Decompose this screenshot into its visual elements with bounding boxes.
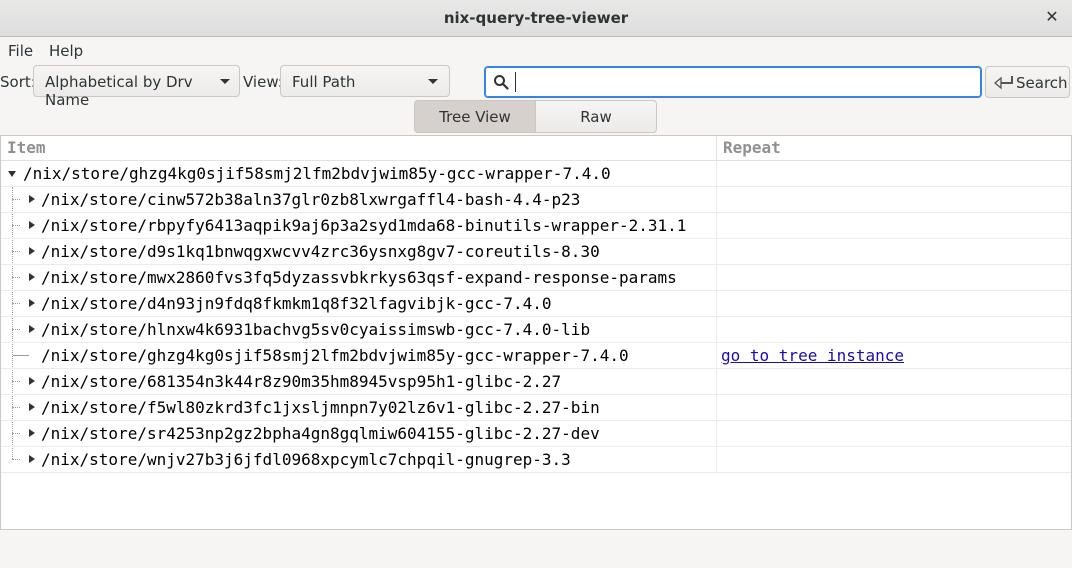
column-header-repeat[interactable]: Repeat — [716, 136, 1071, 161]
search-field[interactable] — [484, 66, 982, 98]
tree-row-path: /nix/store/wnjv27b3j6jfdl0968xpcymlc7chp… — [41, 450, 571, 469]
tree-row[interactable]: /nix/store/d9s1kq1bnwqgxwcvv4zrc36ysnxg8… — [1, 239, 1071, 265]
close-icon[interactable]: ✕ — [1042, 7, 1062, 29]
tree-row-repeat[interactable]: /nix/store/ghzg4kg0sjif58smj2lfm2bdvjwim… — [1, 343, 1071, 369]
tree-row[interactable]: /nix/store/cinw572b38aln37glr0zb8lxwrgaf… — [1, 187, 1071, 213]
triangle-right-icon[interactable] — [29, 325, 35, 333]
tree-row-path: /nix/store/681354n3k44r8z90m35hm8945vsp9… — [41, 372, 562, 391]
tree-view: Item Repeat /nix/store/ghzg4kg0sjif58smj… — [0, 135, 1072, 530]
triangle-right-icon[interactable] — [29, 455, 35, 463]
triangle-right-icon[interactable] — [29, 221, 35, 229]
search-input[interactable] — [515, 72, 973, 92]
tree-row-path: /nix/store/mwx2860fvs3fq5dyzassvbkrkys63… — [41, 268, 677, 287]
menu-bar: File Help — [0, 38, 1072, 64]
column-header-item[interactable]: Item — [1, 136, 716, 161]
tree-row[interactable]: /nix/store/d4n93jn9fdq8fkmkm1q8f32lfagvi… — [1, 291, 1071, 317]
view-dropdown[interactable]: Full Path — [280, 65, 450, 97]
search-button[interactable]: Search — [985, 66, 1070, 98]
tree-row[interactable]: /nix/store/sr4253np2gz2bpha4gn8gqlmiw604… — [1, 421, 1071, 447]
chevron-down-icon — [220, 79, 230, 84]
tree-row[interactable]: /nix/store/mwx2860fvs3fq5dyzassvbkrkys63… — [1, 265, 1071, 291]
tree-row-path: /nix/store/d9s1kq1bnwqgxwcvv4zrc36ysnxg8… — [41, 242, 600, 261]
triangle-right-icon[interactable] — [29, 299, 35, 307]
triangle-down-icon[interactable] — [8, 171, 16, 177]
view-label: View: — [243, 73, 283, 91]
triangle-right-icon[interactable] — [29, 429, 35, 437]
tree-row-path: /nix/store/d4n93jn9fdq8fkmkm1q8f32lfagvi… — [41, 294, 552, 313]
tree-row[interactable]: /nix/store/rbpyfy6413aqpik9aj6p3a2syd1md… — [1, 213, 1071, 239]
chevron-down-icon — [428, 79, 438, 84]
tree-row-root[interactable]: /nix/store/ghzg4kg0sjif58smj2lfm2bdvjwim… — [1, 161, 1071, 187]
title-bar: nix-query-tree-viewer ✕ — [0, 0, 1072, 37]
menu-help[interactable]: Help — [49, 42, 83, 60]
search-icon — [494, 75, 509, 90]
sort-label: Sort: — [0, 73, 36, 91]
tree-row-path: /nix/store/rbpyfy6413aqpik9aj6p3a2syd1md… — [41, 216, 687, 235]
menu-file[interactable]: File — [8, 42, 33, 60]
tab-raw[interactable]: Raw — [535, 100, 657, 133]
triangle-right-icon[interactable] — [29, 247, 35, 255]
triangle-right-icon[interactable] — [29, 377, 35, 385]
sort-dropdown-value: Alphabetical by Drv Name — [45, 73, 193, 109]
tree-row-path: /nix/store/f5wl80zkrd3fc1jxsljmnpn7y02lz… — [41, 398, 600, 417]
search-button-label: Search — [1016, 74, 1068, 92]
tree-row-path: /nix/store/hlnxw4k6931bachvg5sv0cyaissim… — [41, 320, 591, 339]
view-dropdown-value: Full Path — [292, 73, 356, 91]
tree-row-path: /nix/store/ghzg4kg0sjif58smj2lfm2bdvjwim… — [23, 164, 611, 183]
tree-row[interactable]: /nix/store/f5wl80zkrd3fc1jxsljmnpn7y02lz… — [1, 395, 1071, 421]
tree-row[interactable]: /nix/store/681354n3k44r8z90m35hm8945vsp9… — [1, 369, 1071, 395]
enter-arrow-icon — [993, 76, 1013, 90]
tree-row-path: /nix/store/ghzg4kg0sjif58smj2lfm2bdvjwim… — [41, 346, 629, 365]
tree-row-path: /nix/store/cinw572b38aln37glr0zb8lxwrgaf… — [41, 190, 581, 209]
triangle-right-icon[interactable] — [29, 273, 35, 281]
go-to-tree-instance-link[interactable]: go to tree instance — [721, 346, 904, 365]
tree-row[interactable]: /nix/store/wnjv27b3j6jfdl0968xpcymlc7chp… — [1, 447, 1071, 473]
sort-dropdown[interactable]: Alphabetical by Drv Name — [33, 65, 240, 109]
tree-row-path: /nix/store/sr4253np2gz2bpha4gn8gqlmiw604… — [41, 424, 600, 443]
window-title: nix-query-tree-viewer — [443, 9, 629, 27]
triangle-right-icon[interactable] — [29, 195, 35, 203]
tree-row[interactable]: /nix/store/hlnxw4k6931bachvg5sv0cyaissim… — [1, 317, 1071, 343]
tab-tree-view[interactable]: Tree View — [414, 100, 536, 133]
triangle-right-icon[interactable] — [29, 403, 35, 411]
